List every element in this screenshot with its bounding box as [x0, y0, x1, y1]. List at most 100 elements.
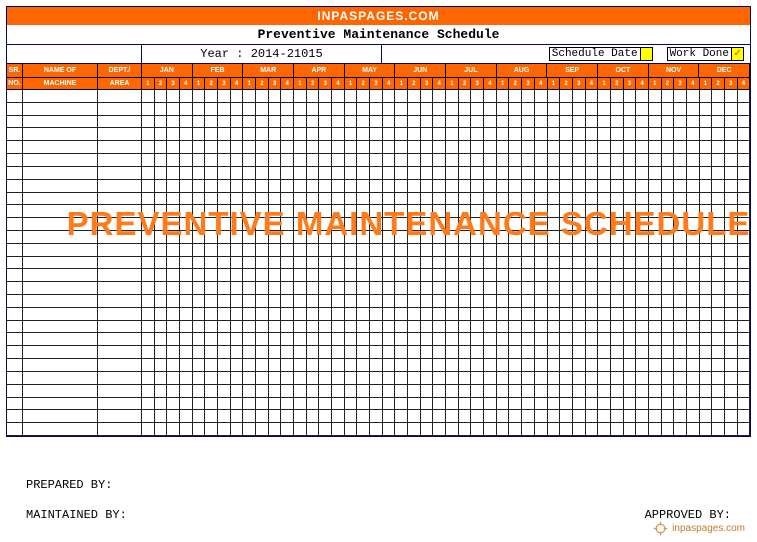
cell-week[interactable] — [408, 423, 421, 436]
cell-week[interactable] — [269, 295, 282, 308]
cell-week[interactable] — [497, 282, 510, 295]
cell-week[interactable] — [497, 141, 510, 154]
cell-week[interactable] — [624, 103, 637, 116]
cell-week[interactable] — [231, 244, 244, 257]
cell-week[interactable] — [611, 244, 624, 257]
cell-week[interactable] — [243, 295, 256, 308]
cell-week[interactable] — [319, 359, 332, 372]
cell-week[interactable] — [573, 282, 586, 295]
cell-dept-area[interactable] — [98, 321, 142, 334]
cell-week[interactable] — [560, 128, 573, 141]
cell-week[interactable] — [712, 410, 725, 423]
cell-week[interactable] — [598, 231, 611, 244]
cell-week[interactable] — [497, 295, 510, 308]
cell-week[interactable] — [624, 346, 637, 359]
cell-machine-name[interactable] — [23, 295, 98, 308]
cell-week[interactable] — [662, 346, 675, 359]
cell-week[interactable] — [155, 116, 168, 129]
cell-week[interactable] — [231, 295, 244, 308]
cell-week[interactable] — [218, 269, 231, 282]
cell-week[interactable] — [370, 321, 383, 334]
cell-week[interactable] — [307, 128, 320, 141]
cell-week[interactable] — [281, 193, 294, 206]
cell-week[interactable] — [535, 308, 548, 321]
cell-week[interactable] — [624, 154, 637, 167]
cell-week[interactable] — [269, 193, 282, 206]
cell-week[interactable] — [142, 141, 155, 154]
cell-week[interactable] — [700, 282, 713, 295]
cell-week[interactable] — [256, 141, 269, 154]
cell-week[interactable] — [142, 321, 155, 334]
cell-week[interactable] — [408, 103, 421, 116]
cell-week[interactable] — [231, 385, 244, 398]
cell-week[interactable] — [446, 180, 459, 193]
cell-week[interactable] — [383, 218, 396, 231]
cell-week[interactable] — [193, 180, 206, 193]
cell-week[interactable] — [674, 410, 687, 423]
cell-week[interactable] — [687, 128, 700, 141]
cell-week[interactable] — [611, 333, 624, 346]
cell-week[interactable] — [180, 333, 193, 346]
cell-week[interactable] — [345, 244, 358, 257]
cell-week[interactable] — [332, 333, 345, 346]
cell-week[interactable] — [662, 295, 675, 308]
cell-week[interactable] — [586, 410, 599, 423]
cell-week[interactable] — [712, 116, 725, 129]
cell-week[interactable] — [231, 90, 244, 103]
cell-week[interactable] — [294, 218, 307, 231]
cell-week[interactable] — [243, 398, 256, 411]
cell-week[interactable] — [674, 128, 687, 141]
cell-week[interactable] — [649, 398, 662, 411]
cell-week[interactable] — [560, 193, 573, 206]
cell-week[interactable] — [446, 90, 459, 103]
cell-week[interactable] — [167, 282, 180, 295]
cell-week[interactable] — [662, 231, 675, 244]
cell-week[interactable] — [142, 103, 155, 116]
cell-week[interactable] — [674, 231, 687, 244]
cell-week[interactable] — [522, 372, 535, 385]
cell-week[interactable] — [586, 193, 599, 206]
cell-week[interactable] — [345, 359, 358, 372]
cell-week[interactable] — [231, 398, 244, 411]
cell-week[interactable] — [180, 410, 193, 423]
cell-week[interactable] — [712, 282, 725, 295]
cell-week[interactable] — [700, 116, 713, 129]
cell-week[interactable] — [180, 321, 193, 334]
cell-week[interactable] — [155, 128, 168, 141]
cell-week[interactable] — [560, 257, 573, 270]
cell-week[interactable] — [332, 308, 345, 321]
cell-week[interactable] — [357, 295, 370, 308]
cell-week[interactable] — [205, 308, 218, 321]
cell-week[interactable] — [395, 346, 408, 359]
cell-machine-name[interactable] — [23, 90, 98, 103]
cell-week[interactable] — [560, 141, 573, 154]
cell-week[interactable] — [319, 257, 332, 270]
cell-week[interactable] — [370, 193, 383, 206]
cell-week[interactable] — [738, 346, 751, 359]
cell-week[interactable] — [332, 167, 345, 180]
cell-week[interactable] — [712, 90, 725, 103]
cell-week[interactable] — [408, 205, 421, 218]
cell-week[interactable] — [345, 385, 358, 398]
cell-week[interactable] — [408, 141, 421, 154]
cell-week[interactable] — [383, 103, 396, 116]
cell-week[interactable] — [624, 257, 637, 270]
cell-week[interactable] — [243, 333, 256, 346]
cell-week[interactable] — [395, 333, 408, 346]
cell-week[interactable] — [712, 193, 725, 206]
cell-week[interactable] — [509, 333, 522, 346]
cell-week[interactable] — [395, 372, 408, 385]
cell-week[interactable] — [243, 385, 256, 398]
cell-week[interactable] — [433, 218, 446, 231]
cell-week[interactable] — [370, 372, 383, 385]
cell-week[interactable] — [598, 385, 611, 398]
cell-week[interactable] — [421, 333, 434, 346]
cell-week[interactable] — [167, 385, 180, 398]
cell-week[interactable] — [231, 410, 244, 423]
cell-week[interactable] — [370, 103, 383, 116]
cell-week[interactable] — [345, 269, 358, 282]
cell-machine-name[interactable] — [23, 218, 98, 231]
cell-week[interactable] — [408, 257, 421, 270]
cell-week[interactable] — [167, 218, 180, 231]
cell-week[interactable] — [142, 180, 155, 193]
